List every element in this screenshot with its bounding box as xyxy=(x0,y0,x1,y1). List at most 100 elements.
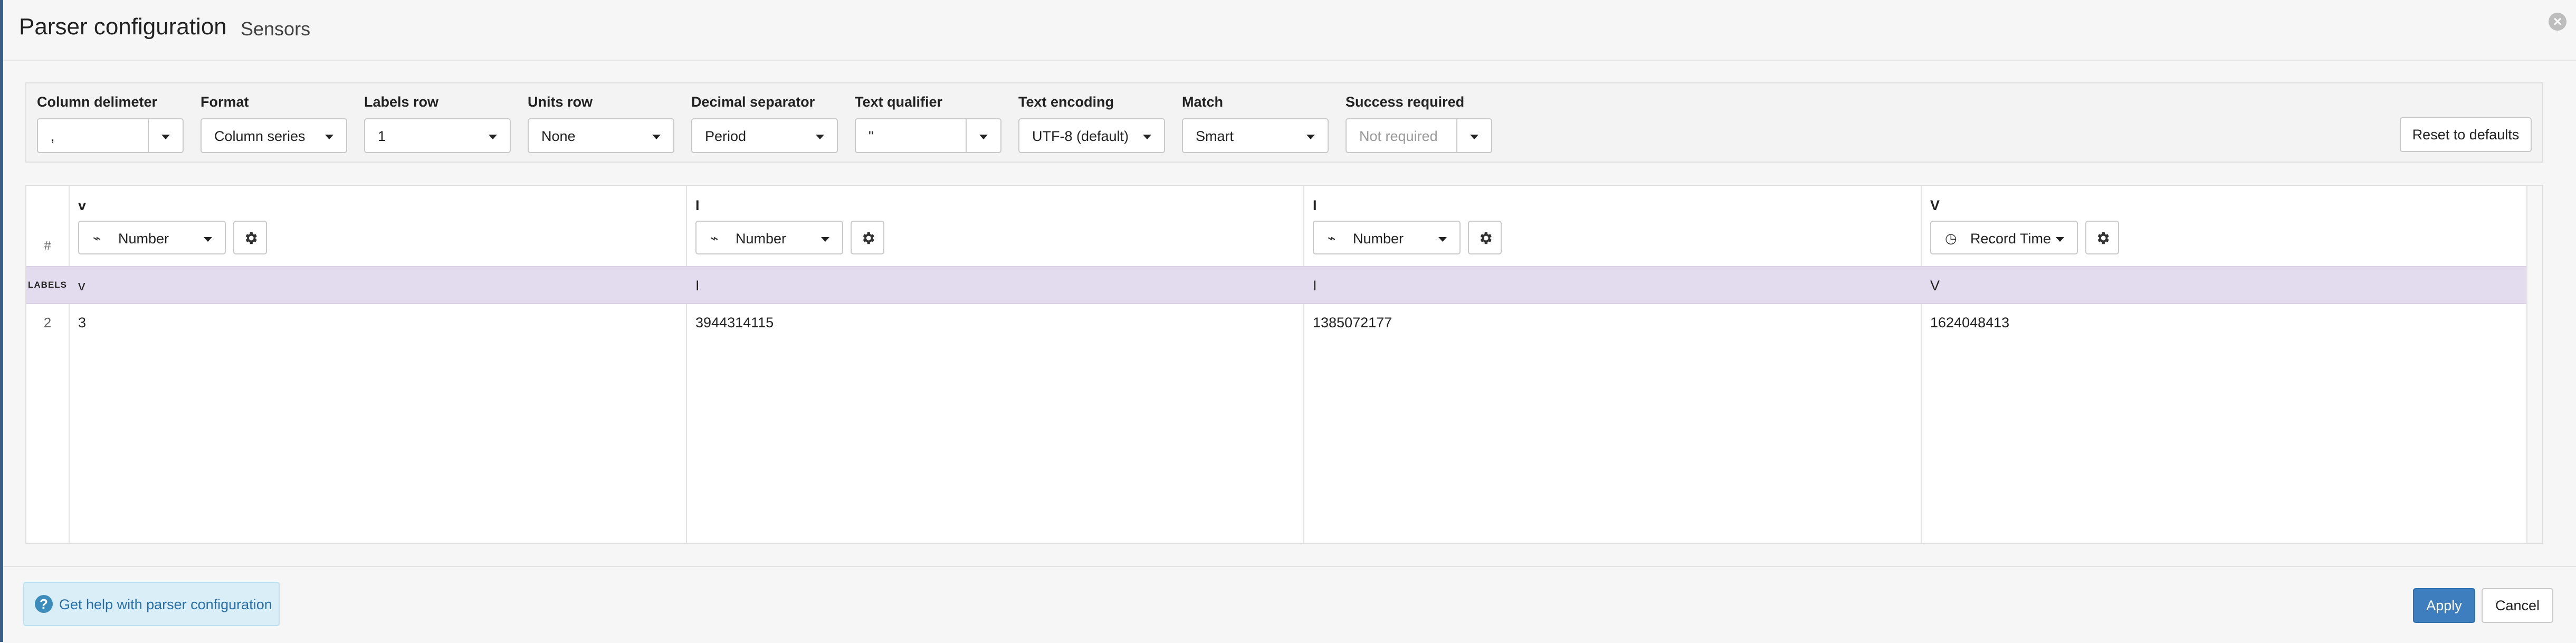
dialog-subtitle: Sensors xyxy=(241,18,311,40)
chevron-down-icon xyxy=(821,237,829,242)
table-cell: 3944314115 xyxy=(695,315,774,330)
column-delimiter-combo[interactable]: , xyxy=(37,118,184,153)
column-type-select[interactable]: ◷ Record Time xyxy=(1930,221,2078,254)
units-row-label: Units row xyxy=(528,94,593,110)
column-delimiter-label: Column delimeter xyxy=(37,94,158,110)
waveform-icon: ⌁ xyxy=(710,230,719,246)
clock-icon: ◷ xyxy=(1945,230,1957,246)
waveform-icon: ⌁ xyxy=(1328,230,1336,246)
column-settings-button[interactable] xyxy=(1468,221,1502,254)
format-value: Column series xyxy=(214,128,306,144)
decimal-separator-select[interactable]: Period xyxy=(691,118,838,153)
column-type-select[interactable]: ⌁ Number xyxy=(695,221,843,254)
column-settings-button[interactable] xyxy=(2085,221,2119,254)
column-header-2: I ⌁ Number xyxy=(686,186,1304,543)
success-required-option: Success required Not required xyxy=(1346,94,1492,153)
gear-icon xyxy=(1480,232,1492,244)
text-encoding-option: Text encoding UTF-8 (default) xyxy=(1018,94,1165,153)
row-number-column: # xyxy=(26,186,70,543)
chevron-down-icon[interactable] xyxy=(161,135,170,139)
chevron-down-icon xyxy=(2056,237,2064,242)
column-type-label: Record Time xyxy=(1970,231,2052,247)
format-select[interactable]: Column series xyxy=(201,118,347,153)
column-name: V xyxy=(1930,197,1940,213)
table-cell: 3 xyxy=(78,315,87,330)
column-type-label: Number xyxy=(118,231,169,247)
chevron-down-icon xyxy=(489,135,497,139)
chevron-down-icon xyxy=(204,237,212,242)
dialog-header: Parser configuration Sensors × xyxy=(3,0,2576,61)
table-scrollbar[interactable] xyxy=(2526,186,2542,543)
chevron-down-icon xyxy=(1143,135,1151,139)
labels-row-tag: LABELS xyxy=(28,280,67,290)
decimal-separator-option: Decimal separator Period xyxy=(691,94,838,153)
column-type-label: Number xyxy=(736,231,787,247)
labels-row-option: Labels row 1 xyxy=(364,94,511,153)
labels-row-label: Labels row xyxy=(364,94,439,110)
match-value: Smart xyxy=(1196,128,1234,144)
question-icon: ? xyxy=(35,595,53,613)
column-delimiter-value[interactable]: , xyxy=(51,128,55,145)
label-cell: I xyxy=(1313,278,1317,294)
row-number: 2 xyxy=(43,315,52,330)
chevron-down-icon xyxy=(1438,237,1447,242)
units-row-option: Units row None xyxy=(528,94,674,153)
waveform-icon: ⌁ xyxy=(93,230,101,246)
column-header-1: v ⌁ Number xyxy=(69,186,687,543)
text-qualifier-option: Text qualifier " xyxy=(855,94,1001,153)
format-option: Format Column series xyxy=(201,94,347,153)
decimal-separator-label: Decimal separator xyxy=(691,94,815,110)
chevron-down-icon[interactable] xyxy=(1470,135,1478,139)
label-cell: V xyxy=(1930,278,1940,294)
column-header-3: I ⌁ Number xyxy=(1303,186,1922,543)
success-required-placeholder[interactable]: Not required xyxy=(1359,128,1438,145)
chevron-down-icon xyxy=(652,135,661,139)
split-divider xyxy=(1456,119,1457,152)
parser-options-bar: Column delimeter , Format Column series … xyxy=(25,82,2543,163)
text-qualifier-value[interactable]: " xyxy=(869,128,874,145)
apply-button[interactable]: Apply xyxy=(2413,588,2475,623)
column-type-label: Number xyxy=(1353,231,1404,247)
labels-row-select[interactable]: 1 xyxy=(364,118,511,153)
column-name: I xyxy=(1313,197,1317,213)
chevron-down-icon xyxy=(1306,135,1315,139)
table-cell: 1385072177 xyxy=(1313,315,1392,330)
text-encoding-select[interactable]: UTF-8 (default) xyxy=(1018,118,1165,153)
parser-help-button[interactable]: ? Get help with parser configuration xyxy=(23,582,280,626)
labels-row-value: 1 xyxy=(378,128,386,144)
match-option: Match Smart xyxy=(1182,94,1329,153)
column-type-select[interactable]: ⌁ Number xyxy=(1313,221,1461,254)
units-row-select[interactable]: None xyxy=(528,118,674,153)
match-select[interactable]: Smart xyxy=(1182,118,1329,153)
chevron-down-icon xyxy=(816,135,824,139)
column-type-select[interactable]: ⌁ Number xyxy=(78,221,226,254)
cancel-button[interactable]: Cancel xyxy=(2482,588,2553,623)
text-encoding-value: UTF-8 (default) xyxy=(1032,128,1129,144)
parser-configuration-dialog: Parser configuration Sensors × Column de… xyxy=(3,0,2576,643)
column-delimiter-option: Column delimeter , xyxy=(37,94,184,153)
text-qualifier-combo[interactable]: " xyxy=(855,118,1001,153)
split-divider xyxy=(148,119,149,152)
text-encoding-label: Text encoding xyxy=(1018,94,1114,110)
success-required-label: Success required xyxy=(1346,94,1465,110)
gear-icon xyxy=(2097,232,2109,244)
parser-preview-table: # v ⌁ Number I ⌁ Number I ⌁ Number V ◷ R… xyxy=(25,185,2543,544)
gear-icon xyxy=(245,232,257,244)
reset-to-defaults-button[interactable]: Reset to defaults xyxy=(2400,117,2532,152)
table-cell: 1624048413 xyxy=(1930,315,2010,330)
close-icon[interactable]: × xyxy=(2549,13,2567,31)
match-label: Match xyxy=(1182,94,1224,110)
dialog-footer: ? Get help with parser configuration App… xyxy=(3,566,2576,643)
column-settings-button[interactable] xyxy=(851,221,884,254)
chevron-down-icon[interactable] xyxy=(979,135,988,139)
column-settings-button[interactable] xyxy=(233,221,267,254)
gear-icon xyxy=(863,232,874,244)
labels-row: LABELS v I I V xyxy=(26,266,2542,304)
split-divider xyxy=(966,119,967,152)
success-required-combo[interactable]: Not required xyxy=(1346,118,1492,153)
column-name: v xyxy=(78,197,87,213)
row-number-header: # xyxy=(44,239,51,253)
column-header-4: V ◷ Record Time xyxy=(1921,186,2529,543)
units-row-value: None xyxy=(541,128,576,144)
dialog-title: Parser configuration xyxy=(19,14,227,40)
